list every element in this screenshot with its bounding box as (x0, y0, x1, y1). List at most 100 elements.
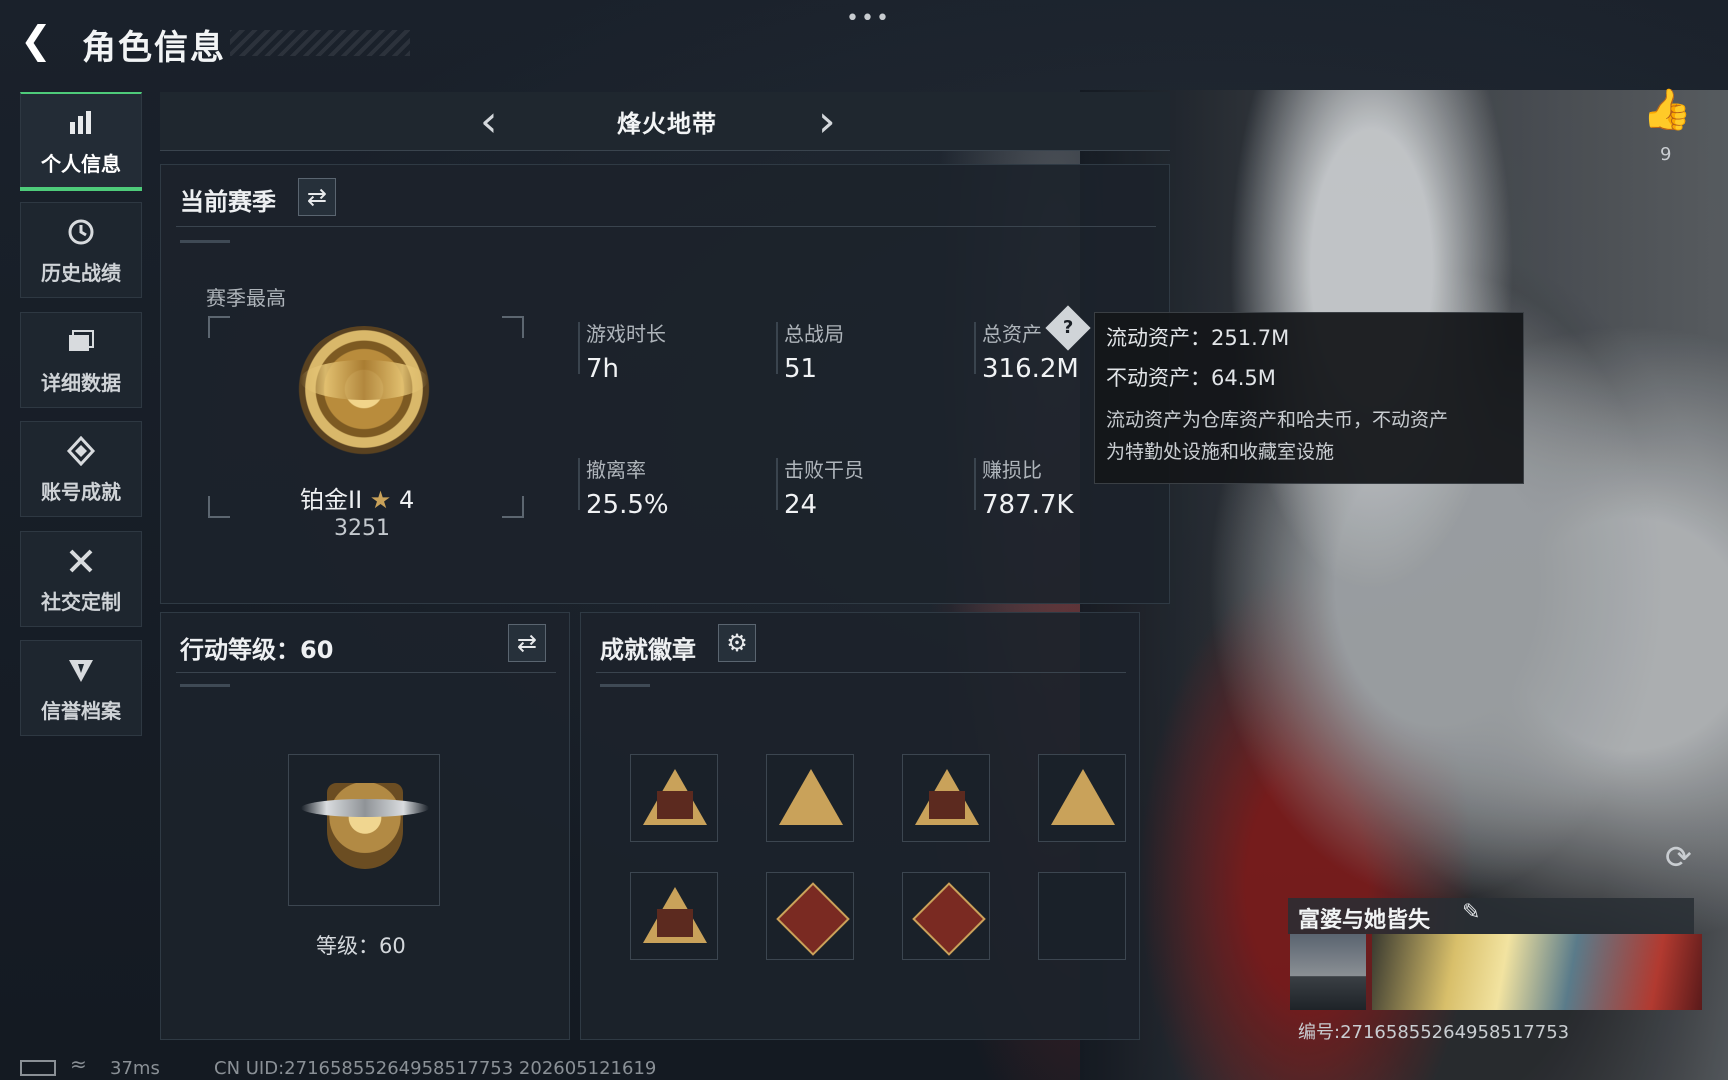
decoration (180, 684, 230, 687)
rotate-icon[interactable]: ⟳ (1665, 838, 1692, 876)
sidebar-item-detail-data[interactable]: 详细数据 (20, 312, 142, 408)
badge-slot[interactable] (1038, 754, 1126, 842)
frame-corner (502, 496, 524, 518)
battery-icon (20, 1060, 56, 1076)
chevron-left-icon[interactable]: ‹ (480, 96, 498, 147)
mode-name: 烽火地带 (617, 110, 717, 138)
action-level-title: 行动等级：60 (180, 636, 334, 664)
badge-slot[interactable] (766, 872, 854, 960)
stat-value: 787.7K (982, 490, 1074, 520)
stat-label: 总战局 (784, 322, 844, 346)
badge-settings-button[interactable]: ⚙ (718, 624, 756, 662)
rank-name: 铂金II (300, 486, 363, 514)
more-dots-icon[interactable]: ••• (846, 6, 891, 31)
level-caption: 等级：60 (316, 934, 406, 958)
badges-title: 成就徽章 (600, 636, 696, 664)
decoration (180, 240, 230, 243)
divider (596, 672, 1126, 673)
stat-label: 赚损比 (982, 458, 1042, 482)
player-id: 编号:27165855264958517753 (1298, 1022, 1570, 1043)
sidebar-item-social[interactable]: 社交定制 (20, 531, 142, 627)
badge-slot[interactable] (902, 872, 990, 960)
shield-rank-icon (64, 655, 98, 689)
season-best-label: 赛季最高 (206, 286, 286, 310)
badge-slot[interactable] (630, 754, 718, 842)
tooltip-desc-line2: 为特勤处设施和收藏室设施 (1106, 441, 1335, 463)
frame-corner (208, 496, 230, 518)
like-count: 9 (1660, 144, 1672, 165)
runner-badge-icon (912, 882, 986, 956)
sidebar-item-label: 详细数据 (41, 371, 121, 395)
stat-value: 7h (586, 354, 620, 384)
tooltip-fixed-assets: 不动资产：64.5M (1106, 366, 1276, 390)
decoration (600, 684, 650, 687)
ping-text: 37ms (110, 1058, 160, 1079)
sidebar-item-label: 信誉档案 (41, 699, 121, 723)
divider (176, 672, 556, 673)
season-title: 当前赛季 (180, 188, 276, 216)
sidebar-item-label: 历史战绩 (41, 261, 121, 285)
gear-icon: ⚙ (726, 629, 748, 657)
stat-value: 51 (784, 354, 818, 384)
sidebar-item-label: 账号成就 (41, 480, 121, 504)
stat-value: 24 (784, 490, 818, 520)
switch-level-button[interactable]: ⇄ (508, 624, 546, 662)
level-shield-icon (327, 783, 403, 869)
stat-value: 316.2M (982, 354, 1079, 384)
stat-divider (974, 458, 976, 510)
badge-detail (657, 791, 693, 819)
uid-text: CN UID:27165855264958517753 202605121619 (214, 1058, 657, 1079)
stat-label: 撤离率 (586, 458, 646, 482)
badge-detail (657, 909, 693, 937)
stat-divider (776, 322, 778, 374)
folder-icon (64, 327, 98, 361)
badge-slot-empty[interactable] (1038, 872, 1126, 960)
sidebar-item-achievements[interactable]: 账号成就 (20, 421, 142, 517)
back-arrow-icon[interactable]: ❮ (20, 21, 54, 59)
stat-value: 25.5% (586, 490, 669, 520)
badge-icon (779, 769, 843, 825)
edit-pencil-icon[interactable]: ✎ (1462, 900, 1480, 925)
tools-icon (64, 546, 98, 580)
stat-label: 击败干员 (784, 458, 864, 482)
rank-emblem-wings (300, 360, 428, 400)
stat-divider (578, 458, 580, 510)
stat-divider (974, 322, 976, 374)
chevron-right-icon[interactable]: › (818, 96, 836, 147)
player-nickname: 富婆与她皆失 (1298, 908, 1431, 933)
thumbs-up-icon[interactable]: 👍 (1642, 86, 1692, 133)
tooltip-liquid-assets: 流动资产：251.7M (1106, 326, 1290, 350)
divider (176, 226, 1156, 227)
stat-divider (776, 458, 778, 510)
bar-chart-icon (64, 108, 98, 142)
sidebar-item-credit[interactable]: 信誉档案 (20, 640, 142, 736)
frame-corner (208, 316, 230, 338)
badge-detail (929, 791, 965, 819)
profile-banner[interactable] (1372, 934, 1702, 1010)
sidebar-item-label: 个人信息 (41, 152, 121, 176)
dragon-badge-icon (776, 882, 850, 956)
stat-divider (578, 322, 580, 374)
badge-slot[interactable] (902, 754, 990, 842)
achievement-icon (64, 435, 98, 470)
stat-label: 总资产 (982, 322, 1042, 346)
wifi-icon: ≈ (70, 1052, 87, 1076)
badge-slot[interactable] (766, 754, 854, 842)
sidebar-item-label: 社交定制 (41, 590, 121, 614)
switch-season-button[interactable]: ⇄ (298, 178, 336, 216)
level-emblem[interactable] (288, 754, 440, 906)
badge-slot[interactable] (630, 872, 718, 960)
history-icon (64, 217, 98, 251)
title-decoration (230, 30, 410, 56)
stat-label: 游戏时长 (586, 322, 666, 346)
tooltip-desc-line1: 流动资产为仓库资产和哈夫币，不动资产 (1106, 409, 1449, 431)
rank-points: 3251 (334, 516, 390, 541)
helicopter-icon (301, 799, 429, 817)
badge-icon (1051, 769, 1115, 825)
rank-info: 铂金II ★ 4 (300, 480, 414, 515)
page-title: 角色信息 (82, 28, 226, 68)
sidebar-item-history[interactable]: 历史战绩 (20, 202, 142, 298)
avatar[interactable] (1290, 934, 1366, 1010)
frame-corner (502, 316, 524, 338)
sidebar-item-personal-info[interactable]: 个人信息 (20, 92, 142, 191)
